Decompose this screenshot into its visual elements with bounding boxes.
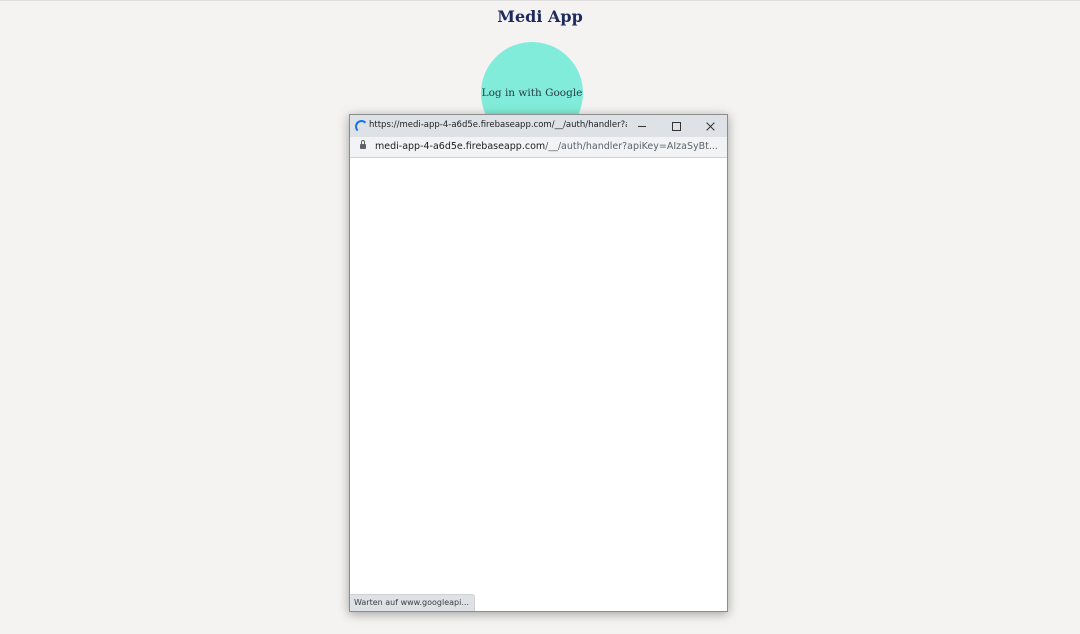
popup-address-bar: medi-app-4-a6d5e.firebaseapp.com/__/auth… bbox=[350, 137, 727, 158]
login-button-label: Log in with Google bbox=[481, 87, 583, 99]
minimize-icon bbox=[638, 125, 646, 127]
minimize-button[interactable] bbox=[625, 115, 659, 137]
page: Medi App Log in with Google https://medi… bbox=[0, 0, 1080, 634]
app-title: Medi App bbox=[497, 7, 583, 26]
close-icon bbox=[705, 121, 716, 132]
popup-url: medi-app-4-a6d5e.firebaseapp.com/__/auth… bbox=[375, 141, 720, 152]
lock-icon bbox=[360, 140, 366, 149]
maximize-icon bbox=[671, 121, 681, 131]
close-button[interactable] bbox=[693, 115, 727, 137]
popup-content: Warten auf www.googleapi... bbox=[350, 158, 727, 611]
url-path: /__/auth/handler?apiKey=AIzaSyBt... bbox=[545, 141, 718, 152]
auth-popup-window: https://medi-app-4-a6d5e.firebaseapp.com… bbox=[349, 114, 728, 612]
spinner-icon bbox=[355, 120, 368, 133]
url-host: medi-app-4-a6d5e.firebaseapp.com bbox=[375, 141, 546, 152]
status-bubble: Warten auf www.googleapi... bbox=[350, 594, 475, 611]
popup-window-title: https://medi-app-4-a6d5e.firebaseapp.com… bbox=[369, 120, 627, 130]
popup-titlebar[interactable]: https://medi-app-4-a6d5e.firebaseapp.com… bbox=[350, 115, 727, 137]
maximize-button[interactable] bbox=[659, 115, 693, 137]
